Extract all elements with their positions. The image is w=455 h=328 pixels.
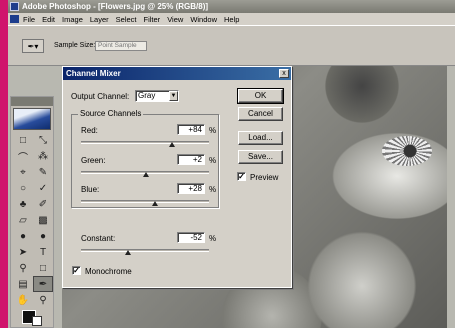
- menu-edit[interactable]: Edit: [42, 15, 55, 24]
- menu-view[interactable]: View: [167, 15, 183, 24]
- toolbox-header: [11, 97, 53, 106]
- red-value-field[interactable]: +84: [177, 124, 205, 135]
- pen-icon[interactable]: ⚲: [13, 260, 33, 276]
- blue-slider-thumb[interactable]: [152, 201, 159, 206]
- menu-filter[interactable]: Filter: [144, 15, 161, 24]
- preview-checkbox[interactable]: ✓: [237, 172, 246, 181]
- type-icon[interactable]: T: [33, 244, 53, 260]
- history-brush-icon[interactable]: ✐: [33, 196, 53, 212]
- output-channel-label: Output Channel:: [71, 92, 130, 101]
- document-icon[interactable]: [10, 15, 19, 23]
- menu-layer[interactable]: Layer: [90, 15, 109, 24]
- slice-icon[interactable]: ✎: [33, 164, 53, 180]
- blue-slider-track[interactable]: [81, 200, 209, 203]
- healing-icon[interactable]: ○: [13, 180, 33, 196]
- lasso-icon[interactable]: ⌒: [13, 148, 33, 164]
- hand-icon[interactable]: ✋: [13, 292, 33, 308]
- output-channel-select[interactable]: Gray ▼: [135, 90, 179, 102]
- move-icon[interactable]: ⤡: [33, 132, 53, 148]
- menu-file[interactable]: File: [23, 15, 35, 24]
- save-button[interactable]: Save...: [238, 150, 283, 164]
- menu-image[interactable]: Image: [62, 15, 83, 24]
- source-channels-label: Source Channels: [78, 109, 144, 118]
- red-slider-track[interactable]: [81, 141, 209, 144]
- title-bar: Adobe Photoshop - [Flowers.jpg @ 25% (RG…: [8, 0, 455, 13]
- constant-slider-thumb[interactable]: [125, 250, 132, 255]
- chevron-down-icon: ▼: [169, 91, 178, 101]
- ok-button[interactable]: OK: [237, 88, 284, 104]
- output-channel-value: Gray: [138, 91, 156, 100]
- tool-grid: □ ⤡ ⌒ ⁂ ⌖ ✎ ○ ✓ ♣ ✐ ▱ ▩ ● ● ➤ T ⚲ □ ▤ ✒ …: [11, 132, 53, 308]
- tool-preset-eyedropper-icon[interactable]: ✒▾: [22, 39, 44, 53]
- preview-label: Preview: [250, 173, 279, 182]
- red-label: Red:: [81, 126, 98, 135]
- red-slider-thumb[interactable]: [168, 142, 175, 147]
- monochrome-checkbox[interactable]: ✓: [72, 266, 81, 275]
- blue-value-field[interactable]: +28: [177, 183, 205, 194]
- clone-stamp-icon[interactable]: ♣: [13, 196, 33, 212]
- gradient-icon[interactable]: ▩: [33, 212, 53, 228]
- dialog-title: Channel Mixer: [66, 69, 121, 78]
- close-icon[interactable]: x: [279, 69, 289, 78]
- options-bar: ✒▾ Sample Size: Point Sample: [8, 25, 455, 66]
- menu-window[interactable]: Window: [190, 15, 217, 24]
- eraser-icon[interactable]: ▱: [13, 212, 33, 228]
- toolbox: □ ⤡ ⌒ ⁂ ⌖ ✎ ○ ✓ ♣ ✐ ▱ ▩ ● ● ➤ T ⚲ □ ▤ ✒ …: [10, 96, 54, 328]
- constant-label: Constant:: [81, 234, 116, 243]
- magic-wand-icon[interactable]: ⁂: [33, 148, 53, 164]
- crop-icon[interactable]: ⌖: [13, 164, 33, 180]
- shape-icon[interactable]: □: [33, 260, 53, 276]
- constant-value-field[interactable]: -52: [177, 232, 205, 243]
- constant-unit: %: [209, 234, 217, 243]
- green-slider-thumb[interactable]: [143, 172, 150, 177]
- brush-icon[interactable]: ✓: [33, 180, 53, 196]
- background-color-swatch[interactable]: [32, 316, 42, 326]
- marquee-icon[interactable]: □: [13, 132, 33, 148]
- blur-icon[interactable]: ●: [13, 228, 33, 244]
- dialog-title-bar: Channel Mixer: [63, 67, 291, 80]
- green-unit: %: [209, 156, 217, 165]
- monochrome-label: Monochrome: [85, 267, 132, 276]
- sample-size-label: Sample Size:: [54, 42, 96, 49]
- blue-label: Blue:: [81, 185, 100, 194]
- cancel-button[interactable]: Cancel: [238, 107, 283, 121]
- dodge-icon[interactable]: ●: [33, 228, 53, 244]
- green-value-field[interactable]: +2: [177, 154, 205, 165]
- daisy-flower-image: [382, 136, 432, 166]
- path-select-icon[interactable]: ➤: [13, 244, 33, 260]
- green-label: Green:: [81, 156, 106, 165]
- red-unit: %: [209, 126, 217, 135]
- sample-size-select[interactable]: Point Sample: [95, 41, 147, 51]
- menu-bar: File Edit Image Layer Select Filter View…: [8, 13, 455, 25]
- window-title: Adobe Photoshop - [Flowers.jpg @ 25% (RG…: [22, 2, 209, 11]
- notes-icon[interactable]: ▤: [13, 276, 33, 292]
- zoom-icon[interactable]: ⚲: [33, 292, 53, 308]
- photoshop-feather-logo[interactable]: [13, 108, 51, 130]
- load-button[interactable]: Load...: [238, 131, 283, 145]
- channel-mixer-dialog: Channel Mixer x Output Channel: Gray ▼ S…: [62, 66, 292, 288]
- menu-help[interactable]: Help: [224, 15, 239, 24]
- menu-select[interactable]: Select: [116, 15, 137, 24]
- photoshop-app-icon: [10, 2, 19, 11]
- blue-unit: %: [209, 185, 217, 194]
- constant-slider-track[interactable]: [81, 249, 209, 252]
- eyedropper-icon[interactable]: ✒: [33, 276, 53, 292]
